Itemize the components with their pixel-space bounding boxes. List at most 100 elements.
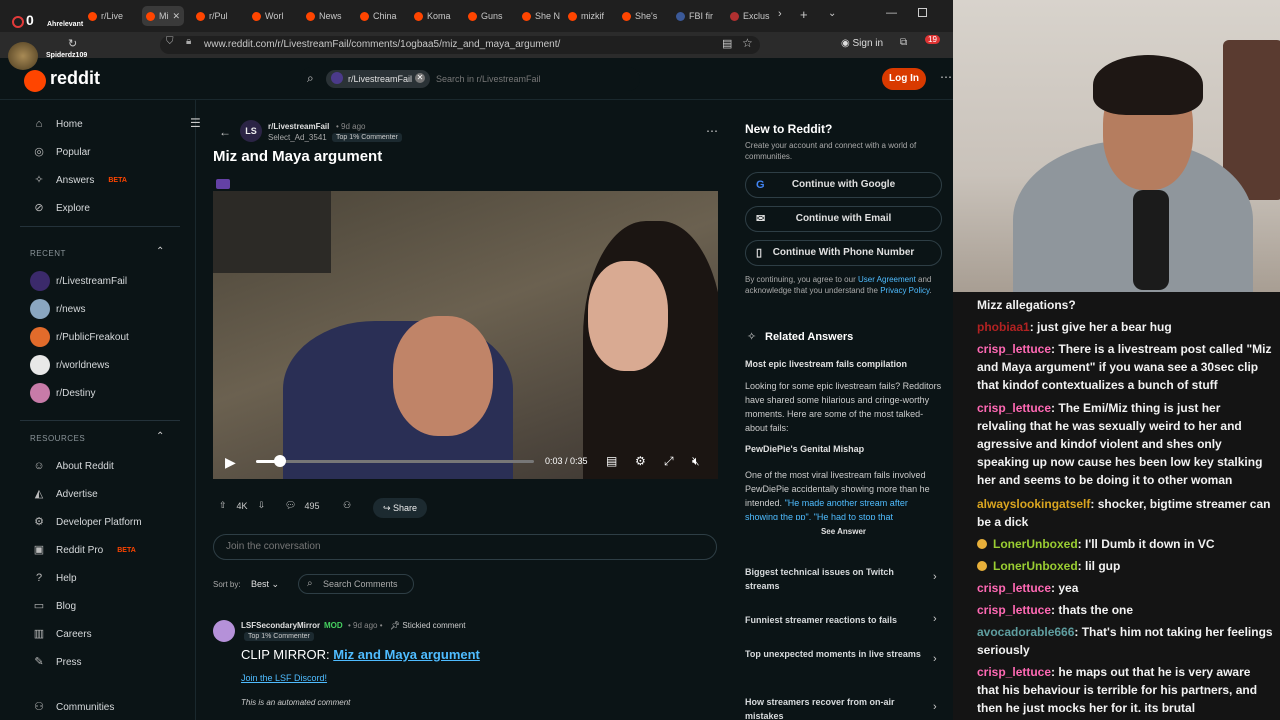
sidebar-item-blog[interactable]: ▭ Blog xyxy=(32,599,76,613)
vote-controls[interactable]: ⇧ 4K ⇩ xyxy=(219,500,265,511)
mute-icon[interactable]: 🔇︎ xyxy=(692,454,700,469)
tab[interactable]: Koma xyxy=(414,6,451,26)
chevron-right-icon[interactable]: › xyxy=(933,701,937,713)
reddit-logo-icon[interactable] xyxy=(24,70,46,92)
share-button[interactable]: ↪ Share xyxy=(373,498,428,518)
related-question[interactable]: Most epic livestream fails compilation xyxy=(745,359,907,369)
phone-signin-button[interactable]: ▯ Continue With Phone Number xyxy=(745,240,942,266)
chat-username[interactable]: crisp_lettuce xyxy=(977,401,1051,415)
more-options-icon[interactable]: ⋯ xyxy=(940,70,952,84)
login-button[interactable]: Log In xyxy=(882,68,926,90)
lock-icon[interactable]: 🔒︎ xyxy=(186,36,191,47)
comments-button[interactable]: 💬︎ 495 xyxy=(285,500,319,511)
sidebar-item-press[interactable]: ✎ Press xyxy=(32,655,81,669)
url-field[interactable]: www.reddit.com/r/LivestreamFail/comments… xyxy=(160,36,760,54)
chevron-up-icon[interactable]: ⌃ xyxy=(156,431,164,442)
recent-item[interactable]: r/news xyxy=(30,299,85,319)
search-input[interactable]: Search in r/LivestreamFail xyxy=(436,74,541,84)
seek-bar[interactable] xyxy=(256,460,534,463)
video-player[interactable] xyxy=(213,191,718,479)
chat-username[interactable]: LonerUnboxed xyxy=(993,537,1078,551)
recent-section-title[interactable]: RECENT xyxy=(30,249,66,258)
tab[interactable]: Worl xyxy=(252,6,283,26)
privacy-link[interactable]: Privacy Policy xyxy=(880,286,929,295)
subreddit-avatar[interactable]: LS xyxy=(240,120,262,142)
close-icon[interactable]: ✕ xyxy=(173,11,181,22)
search-comments-input[interactable]: Search Comments xyxy=(298,574,414,594)
chat-username[interactable]: crisp_lettuce xyxy=(977,665,1051,679)
related-question[interactable]: Top unexpected moments in live streams xyxy=(745,647,925,661)
recent-item[interactable]: r/Destiny xyxy=(30,383,95,403)
maximize-icon[interactable] xyxy=(918,8,927,17)
chat-username[interactable]: avocadorable666 xyxy=(977,625,1074,639)
chevron-right-icon[interactable]: › xyxy=(933,653,937,665)
sign-in-button[interactable]: ◉ Sign in xyxy=(841,38,883,49)
fullscreen-icon[interactable]: ⤢ xyxy=(664,454,674,469)
new-tab-icon[interactable]: + xyxy=(800,7,808,22)
recent-item[interactable]: r/LivestreamFail xyxy=(30,271,127,291)
settings-gear-icon[interactable]: ⚙ xyxy=(635,454,646,468)
related-question[interactable]: Biggest technical issues on Twitch strea… xyxy=(745,565,925,593)
post-author[interactable]: Select_Ad_3541 xyxy=(268,133,327,142)
collapse-menu-icon[interactable]: ☰ xyxy=(190,116,201,130)
related-question[interactable]: Funniest streamer reactions to fails xyxy=(745,613,925,627)
tab[interactable]: Guns xyxy=(468,6,503,26)
sidebar-item-advertise[interactable]: ◭ Advertise xyxy=(32,487,98,501)
chevron-up-icon[interactable]: ⌃ xyxy=(156,246,164,257)
comment-author[interactable]: LSFSecondaryMirror xyxy=(241,621,320,630)
recent-item[interactable]: r/PublicFreakout xyxy=(30,327,129,347)
chevron-right-icon[interactable]: › xyxy=(933,613,937,625)
avatar[interactable] xyxy=(213,620,235,642)
tab[interactable]: r/Pul xyxy=(196,6,228,26)
email-signin-button[interactable]: ✉ Continue with Email xyxy=(745,206,942,232)
chevron-down-icon[interactable]: ⌄ xyxy=(828,8,836,19)
tab[interactable]: mizkif xyxy=(568,6,604,26)
google-signin-button[interactable]: G Continue with Google xyxy=(745,172,942,198)
discord-link[interactable]: Join the LSF Discord! xyxy=(241,673,327,683)
chevron-right-icon[interactable]: › xyxy=(778,8,782,20)
tab[interactable]: She N xyxy=(522,6,560,26)
shield-icon[interactable]: ⛉ xyxy=(166,36,174,47)
tab[interactable]: News xyxy=(306,6,342,26)
reader-icon[interactable]: ▤ xyxy=(722,37,732,50)
back-arrow-icon[interactable]: ← xyxy=(219,125,231,139)
chevron-right-icon[interactable]: › xyxy=(933,571,937,583)
captions-icon[interactable]: ▤ xyxy=(606,454,617,468)
reload-icon[interactable]: ↻ xyxy=(68,37,77,50)
resources-section-title[interactable]: RESOURCES xyxy=(30,434,85,443)
sidebar-item-answers[interactable]: ✧ Answers BETA xyxy=(32,173,127,187)
sidebar-item-help[interactable]: ? Help xyxy=(32,571,77,585)
sidebar-item-popular[interactable]: ◎ Popular xyxy=(32,145,90,159)
star-icon[interactable]: ☆ xyxy=(742,36,753,50)
tab[interactable]: Exclus xyxy=(730,6,770,26)
clip-link[interactable]: Miz and Maya argument xyxy=(333,647,480,662)
play-icon[interactable]: ▶ xyxy=(225,454,236,471)
notification-badge[interactable]: 19 xyxy=(925,35,940,44)
related-question[interactable]: How streamers recover from on-air mistak… xyxy=(745,695,925,720)
sidebar-item-about[interactable]: ☺ About Reddit xyxy=(32,459,113,473)
sidebar-item-reddit-pro[interactable]: ▣ Reddit Pro BETA xyxy=(32,543,136,557)
tab-active[interactable]: Mi ✕ xyxy=(142,6,185,26)
sidebar-item-communities[interactable]: ⚇ Communities xyxy=(32,700,114,714)
reddit-logo[interactable]: reddit xyxy=(50,68,100,89)
user-agreement-link[interactable]: User Agreement xyxy=(858,275,916,284)
sidebar-item-home[interactable]: ⌂ Home xyxy=(32,117,83,131)
clear-chip-icon[interactable]: ✕ xyxy=(415,73,425,83)
sidebar-item-developer[interactable]: ⚙ Developer Platform xyxy=(32,515,142,529)
sidebar-item-careers[interactable]: ▥ Careers xyxy=(32,627,92,641)
sidebar-item-explore[interactable]: ⊘ Explore xyxy=(32,201,90,215)
tab[interactable]: r/Live xyxy=(88,6,123,26)
post-subreddit-link[interactable]: r/LivestreamFail xyxy=(268,122,329,131)
post-menu-icon[interactable]: ⋯ xyxy=(706,124,718,138)
chat-username[interactable]: crisp_lettuce xyxy=(977,342,1051,356)
tab[interactable]: She's xyxy=(622,6,657,26)
chat-username[interactable]: phobiaa1 xyxy=(977,320,1030,334)
chat-username[interactable]: crisp_lettuce xyxy=(977,581,1051,595)
chat-username[interactable]: alwayslookingatself xyxy=(977,497,1090,511)
award-button[interactable]: ⚇ xyxy=(343,500,351,511)
tab[interactable]: FBI fir xyxy=(676,6,713,26)
sort-dropdown[interactable]: Best ⌄ xyxy=(251,579,279,590)
chat-username[interactable]: crisp_lettuce xyxy=(977,603,1051,617)
see-answer-button[interactable]: See Answer xyxy=(745,522,942,542)
upvote-icon[interactable]: ⇧ xyxy=(219,500,227,511)
